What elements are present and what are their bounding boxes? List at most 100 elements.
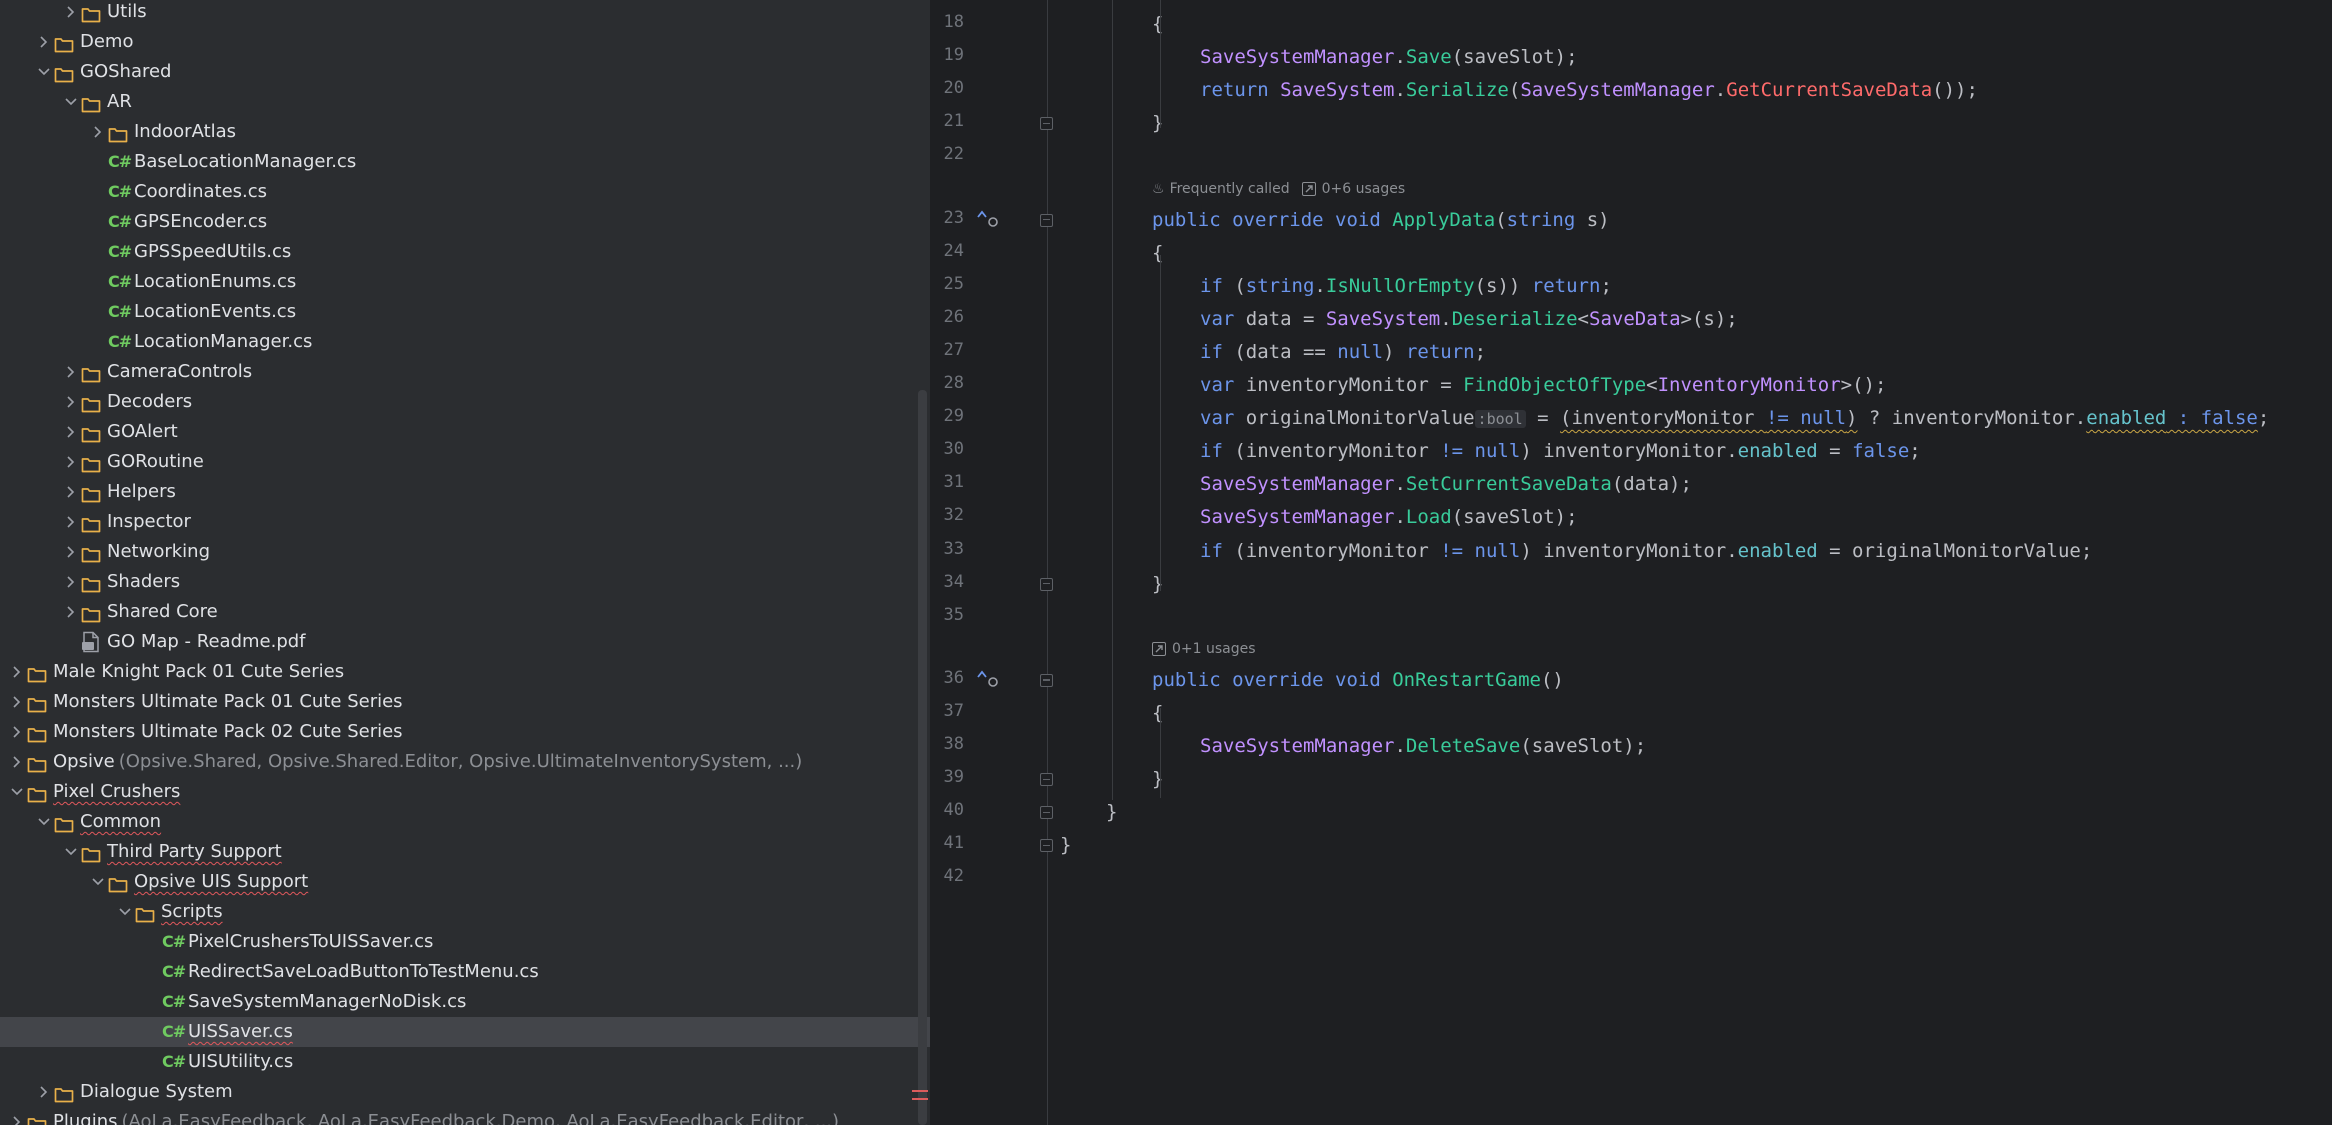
tree-folder-row[interactable]: Male Knight Pack 01 Cute Series xyxy=(0,657,930,687)
tree-folder-row[interactable]: Opsive UIS Support xyxy=(0,867,930,897)
chevron-right-icon[interactable] xyxy=(10,724,24,740)
chevron-right-icon[interactable] xyxy=(91,124,105,140)
line-number[interactable]: 19 xyxy=(930,45,964,65)
tree-folder-row[interactable]: Plugins (AoLa.EasyFeedback, AoLa.EasyFeed… xyxy=(0,1107,930,1125)
line-number[interactable]: 25 xyxy=(930,274,964,294)
tree-file-row[interactable]: C# LocationManager.cs xyxy=(0,327,930,357)
chevron-right-icon[interactable] xyxy=(64,364,78,380)
frequently-called-hint[interactable]: ♨ Frequently called xyxy=(1152,181,1290,197)
chevron-down-icon[interactable] xyxy=(91,874,105,890)
tree-file-row[interactable]: C# LocationEvents.cs xyxy=(0,297,930,327)
code-editor[interactable]: 18{19 SaveSystemManager.Save(saveSlot); 20… xyxy=(930,0,2332,1125)
tree-file-row[interactable]: C# GPSEncoder.cs xyxy=(0,207,930,237)
line-number[interactable]: 40 xyxy=(930,800,964,820)
line-number[interactable]: 26 xyxy=(930,307,964,327)
chevron-right-icon[interactable] xyxy=(64,604,78,620)
code-line[interactable]: 41} xyxy=(930,829,2332,862)
code-line[interactable]: 25 if (string.IsNullOrEmpty(s)) return; xyxy=(930,270,2332,303)
line-number[interactable]: 29 xyxy=(930,406,964,426)
line-number[interactable]: 30 xyxy=(930,439,964,459)
tree-file-row[interactable]: C# Coordinates.cs xyxy=(0,177,930,207)
usages-hint[interactable]: 0+6 usages xyxy=(1301,181,1405,197)
project-tree-scrollbar[interactable] xyxy=(918,390,927,1125)
code-vision-hint[interactable]: ♨ Frequently called 0+6 usages xyxy=(1152,181,1417,197)
fold-toggle-icon[interactable] xyxy=(1040,673,1053,687)
chevron-right-icon[interactable] xyxy=(64,574,78,590)
line-number[interactable]: 35 xyxy=(930,605,964,625)
chevron-right-icon[interactable] xyxy=(10,1114,24,1125)
tree-folder-row[interactable]: Utils xyxy=(0,0,930,27)
code-line[interactable]: 35 xyxy=(930,601,2332,634)
tree-folder-row[interactable]: CameraControls xyxy=(0,357,930,387)
line-number[interactable]: 34 xyxy=(930,572,964,592)
chevron-right-icon[interactable] xyxy=(64,424,78,440)
tree-folder-row[interactable]: Common xyxy=(0,807,930,837)
chevron-right-icon[interactable] xyxy=(10,664,24,680)
line-number[interactable]: 42 xyxy=(930,866,964,886)
code-line[interactable]: 33 if (inventoryMonitor != null) inventor… xyxy=(930,535,2332,568)
fold-toggle-icon[interactable] xyxy=(1040,213,1053,227)
code-line[interactable]: 31 SaveSystemManager.SetCurrentSaveData(d… xyxy=(930,468,2332,501)
error-stripe-marker[interactable] xyxy=(912,1098,928,1100)
tree-folder-row[interactable]: Dialogue System xyxy=(0,1077,930,1107)
line-number[interactable]: 37 xyxy=(930,701,964,721)
code-line[interactable]: 26 var data = SaveSystem.Deserialize<Save… xyxy=(930,303,2332,336)
code-line[interactable]: 32 SaveSystemManager.Load(saveSlot); xyxy=(930,501,2332,534)
tree-file-row[interactable]: C# SaveSystemManagerNoDisk.cs xyxy=(0,987,930,1017)
chevron-right-icon[interactable] xyxy=(10,754,24,770)
tree-file-row[interactable]: C# GPSSpeedUtils.cs xyxy=(0,237,930,267)
code-line[interactable]: 20 return SaveSystem.Serialize(SaveSystem… xyxy=(930,74,2332,107)
code-line[interactable]: 30 if (inventoryMonitor != null) inventor… xyxy=(930,435,2332,468)
tree-folder-row[interactable]: Monsters Ultimate Pack 01 Cute Series xyxy=(0,687,930,717)
code-vision-hint[interactable]: 0+1 usages xyxy=(1152,641,1268,657)
chevron-down-icon[interactable] xyxy=(37,64,51,80)
tree-folder-row[interactable]: Scripts xyxy=(0,897,930,927)
tree-folder-row[interactable]: IndoorAtlas xyxy=(0,117,930,147)
override-gutter-icon[interactable] xyxy=(975,208,1001,230)
code-line[interactable]: 21} xyxy=(930,107,2332,140)
code-line[interactable]: 40} xyxy=(930,796,2332,829)
line-number[interactable]: 31 xyxy=(930,472,964,492)
code-line[interactable]: 38 SaveSystemManager.DeleteSave(saveSlot)… xyxy=(930,730,2332,763)
chevron-down-icon[interactable] xyxy=(10,784,24,800)
tree-folder-row[interactable]: GOShared xyxy=(0,57,930,87)
chevron-right-icon[interactable] xyxy=(64,514,78,530)
chevron-down-icon[interactable] xyxy=(37,814,51,830)
tree-folder-row[interactable]: Shaders xyxy=(0,567,930,597)
chevron-right-icon[interactable] xyxy=(64,454,78,470)
tree-folder-row[interactable]: Networking xyxy=(0,537,930,567)
tree-folder-row[interactable]: Helpers xyxy=(0,477,930,507)
code-line[interactable]: 24 { xyxy=(930,237,2332,270)
tree-folder-row[interactable]: Third Party Support xyxy=(0,837,930,867)
tree-folder-row[interactable]: Shared Core xyxy=(0,597,930,627)
tree-folder-row[interactable]: GOAlert xyxy=(0,417,930,447)
code-line[interactable]: 23 public override void ApplyData(string … xyxy=(930,204,2332,237)
error-stripe-marker[interactable] xyxy=(912,1090,928,1092)
chevron-right-icon[interactable] xyxy=(37,34,51,50)
chevron-right-icon[interactable] xyxy=(64,4,78,20)
chevron-right-icon[interactable] xyxy=(37,1084,51,1100)
line-number[interactable]: 22 xyxy=(930,144,964,164)
tree-file-row[interactable]: C# PixelCrushersToUISSaver.cs xyxy=(0,927,930,957)
code-line[interactable]: 22 xyxy=(930,140,2332,173)
line-number[interactable]: 28 xyxy=(930,373,964,393)
tree-folder-row[interactable]: Inspector xyxy=(0,507,930,537)
line-number[interactable]: 27 xyxy=(930,340,964,360)
chevron-down-icon[interactable] xyxy=(118,904,132,920)
tree-folder-row[interactable]: GORoutine xyxy=(0,447,930,477)
tree-folder-row[interactable]: AR xyxy=(0,87,930,117)
line-number[interactable]: 41 xyxy=(930,833,964,853)
code-line[interactable]: 27 if (data == null) return; xyxy=(930,336,2332,369)
code-line[interactable]: 39} xyxy=(930,763,2332,796)
line-number[interactable]: 24 xyxy=(930,241,964,261)
override-gutter-icon[interactable] xyxy=(975,668,1001,690)
code-line[interactable]: 29 var originalMonitorValue:bool = (inven… xyxy=(930,402,2332,435)
tree-file-row[interactable]: C# RedirectSaveLoadButtonToTestMenu.cs xyxy=(0,957,930,987)
fold-toggle-icon[interactable] xyxy=(1040,577,1053,591)
fold-toggle-icon[interactable] xyxy=(1040,773,1053,787)
code-line[interactable]: 37 { xyxy=(930,697,2332,730)
usages-hint[interactable]: 0+1 usages xyxy=(1152,641,1256,657)
tree-file-row[interactable]: C# UISUtility.cs xyxy=(0,1047,930,1077)
tree-folder-row[interactable]: Demo xyxy=(0,27,930,57)
fold-toggle-icon[interactable] xyxy=(1040,839,1053,853)
